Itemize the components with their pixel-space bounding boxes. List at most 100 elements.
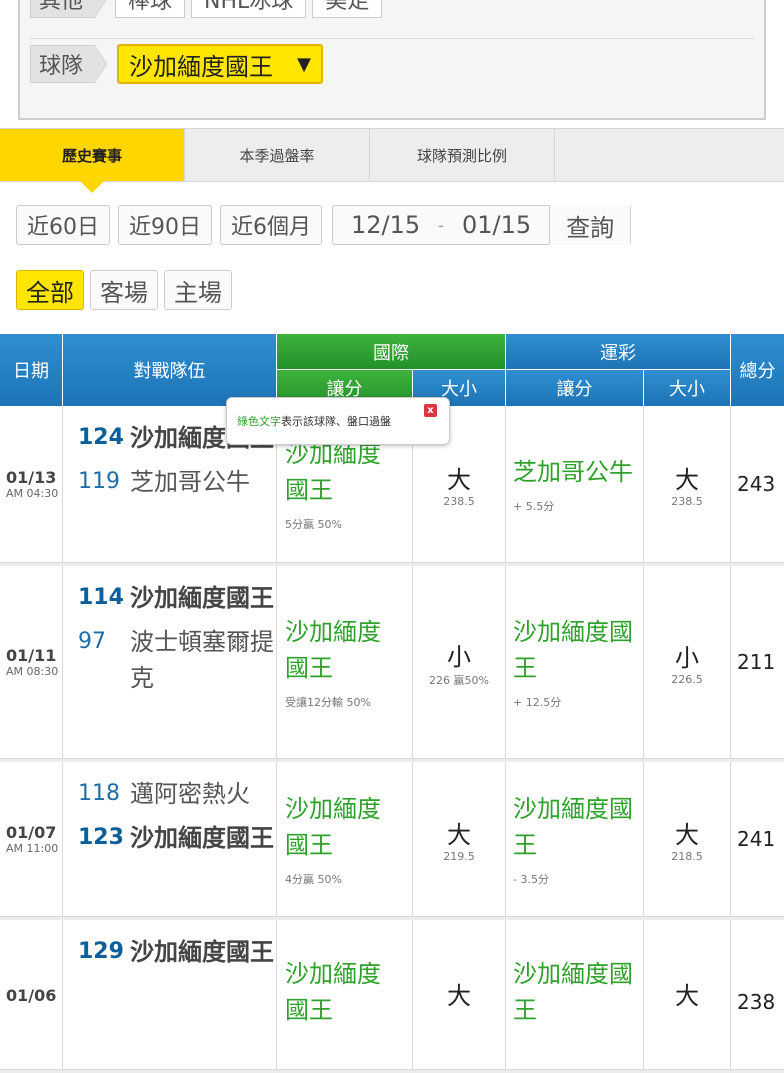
team-line: 129 沙加緬度國王 [78,934,276,970]
venue-filter: 全部 客場 主場 [16,270,238,310]
tab-bar: 歷史賽事 本季過盤率 球隊預測比例 [0,128,784,193]
intl-spread-team: 沙加緬度國王 [285,960,381,1024]
team-line: 123 沙加緬度國王 [78,820,276,856]
sl-ou-cell: 大 238.5 [644,406,731,562]
venue-all-button[interactable]: 全部 [16,270,84,310]
team-score: 124 [78,425,124,450]
table-header: 日期 對戰隊伍 國際 讓分 大小 運彩 讓分 大小 總分 [0,334,784,406]
chip-nhl[interactable]: NHL冰球 [191,0,307,18]
sl-ou-line: 238.5 [671,495,703,508]
row-time: AM 08:30 [6,665,59,678]
team-score: 118 [78,781,120,806]
sl-ou-cell: 大 218.5 [644,762,731,916]
intl-ou-line: 238.5 [443,495,475,508]
row-date-cell: 01/06 [0,920,63,1069]
header-intl: 國際 [277,334,506,370]
intl-spread-note: 受讓12分輸 50% [285,696,371,709]
sl-spread-note: - 3.5分 [513,873,549,886]
total-score: 211 [737,650,776,674]
row-date-cell: 01/13 AM 04:30 [0,406,63,562]
sl-ou-cell: 大 [644,920,731,1069]
date-to-field[interactable]: 01/15 [444,211,549,239]
intl-spread-cell: 沙加緬度國王 4分贏 50% [277,762,413,916]
table-row[interactable]: 01/11 AM 08:30 114 沙加緬度國王 97 波士頓塞爾提克 沙加緬… [0,566,784,762]
team-score: 119 [78,469,120,494]
chip-football[interactable]: 美足 [312,0,383,18]
tooltip-text: 表示該球隊、盤口過盤 [281,415,391,428]
tab-season-cover-rate[interactable]: 本季過盤率 [185,129,370,181]
intl-ou-result: 大 [447,982,471,1010]
intl-ou-line: 226 贏50% [429,673,489,687]
range-6-months-button[interactable]: 近6個月 [220,205,322,245]
team-filter-row: 球隊 沙加緬度國王 ▼ [30,44,324,84]
total-score: 243 [737,472,776,496]
intl-ou-result: 小 [447,642,471,671]
sl-ou-result: 大 [675,466,699,494]
sl-ou-result: 大 [675,982,699,1010]
date-range-row: 近60日 近90日 近6個月 12/15 - 01/15 查詢 [16,205,632,245]
tooltip-green-text: 綠色文字 [237,415,281,428]
intl-spread-note: 5分贏 50% [285,518,342,531]
team-line: 114 沙加緬度國王 [78,580,276,616]
sl-spread-note: + 12.5分 [513,696,562,709]
row-teams-cell: 129 沙加緬度國王 [63,920,277,1069]
team-select-value: 沙加緬度國王 [129,52,274,81]
team-score: 97 [78,629,106,654]
team-name[interactable]: 沙加緬度國王 [130,580,274,616]
intl-ou-line: 219.5 [443,850,475,863]
sl-spread-team: 沙加緬度國王 [513,795,633,859]
row-date-cell: 01/07 AM 11:00 [0,762,63,916]
header-sl-spread: 讓分 [506,370,644,406]
row-date: 01/13 [6,468,57,487]
sport-filter-row: 其他 棒球 NHL冰球 美足 [30,0,383,18]
intl-ou-result: 大 [447,821,471,849]
team-name[interactable]: 沙加緬度國王 [130,934,274,970]
filter-crumb-other: 其他 [30,0,108,18]
tab-team-prediction[interactable]: 球隊預測比例 [370,129,555,181]
table-row[interactable]: 01/06 129 沙加緬度國王 沙加緬度國王 大 沙加緬度國王 大 238 [0,920,784,1073]
intl-spread-team: 沙加緬度國王 [285,440,381,504]
range-60-days-button[interactable]: 近60日 [16,205,110,245]
team-name[interactable]: 芝加哥公牛 [130,464,250,500]
header-sl-ou: 大小 [644,370,731,406]
team-select[interactable]: 沙加緬度國王 ▼ [117,44,324,84]
intl-spread-team: 沙加緬度國王 [285,795,381,859]
sl-spread-team: 沙加緬度國王 [513,618,633,682]
sl-spread-cell: 沙加緬度國王 [506,920,644,1069]
row-time: AM 04:30 [6,487,59,500]
team-score: 114 [78,585,124,610]
chip-baseball[interactable]: 棒球 [115,0,186,18]
sl-spread-cell: 芝加哥公牛 + 5.5分 [506,406,644,562]
query-button[interactable]: 查詢 [549,205,631,245]
table-row[interactable]: 01/07 AM 11:00 118 邁阿密熱火 123 沙加緬度國王 沙加緬度… [0,762,784,920]
intl-spread-team: 沙加緬度國王 [285,618,381,682]
range-90-days-button[interactable]: 近90日 [118,205,212,245]
tab-history[interactable]: 歷史賽事 [0,129,185,193]
legend-tooltip: 綠色文字 表示該球隊、盤口過盤 x [226,397,450,445]
intl-ou-cell: 大 219.5 [413,762,506,916]
sl-ou-result: 小 [675,644,699,672]
intl-spread-cell: 沙加緬度國王 [277,920,413,1069]
team-name[interactable]: 邁阿密熱火 [130,776,250,812]
total-score: 238 [737,990,776,1014]
header-date: 日期 [0,334,63,406]
close-icon[interactable]: x [424,404,437,417]
row-teams-cell: 118 邁阿密熱火 123 沙加緬度國王 [63,762,277,916]
row-teams-cell: 114 沙加緬度國王 97 波士頓塞爾提克 [63,566,277,758]
venue-home-button[interactable]: 主場 [164,270,232,310]
row-time: AM 11:00 [6,842,59,855]
team-score: 129 [78,939,124,964]
header-total: 總分 [731,334,784,406]
filter-panel: 其他 棒球 NHL冰球 美足 球隊 沙加緬度國王 ▼ [18,0,766,120]
intl-spread-cell: 沙加緬度國王 受讓12分輸 50% [277,566,413,758]
team-name[interactable]: 波士頓塞爾提克 [130,624,276,696]
date-from-field[interactable]: 12/15 [333,211,438,239]
venue-away-button[interactable]: 客場 [90,270,158,310]
sl-ou-cell: 小 226.5 [644,566,731,758]
sl-ou-result: 大 [675,821,699,849]
header-teams: 對戰隊伍 [63,334,277,406]
team-name[interactable]: 沙加緬度國王 [130,820,274,856]
row-date: 01/06 [6,986,57,1005]
sl-ou-line: 218.5 [671,850,703,863]
chevron-down-icon: ▼ [297,53,312,75]
